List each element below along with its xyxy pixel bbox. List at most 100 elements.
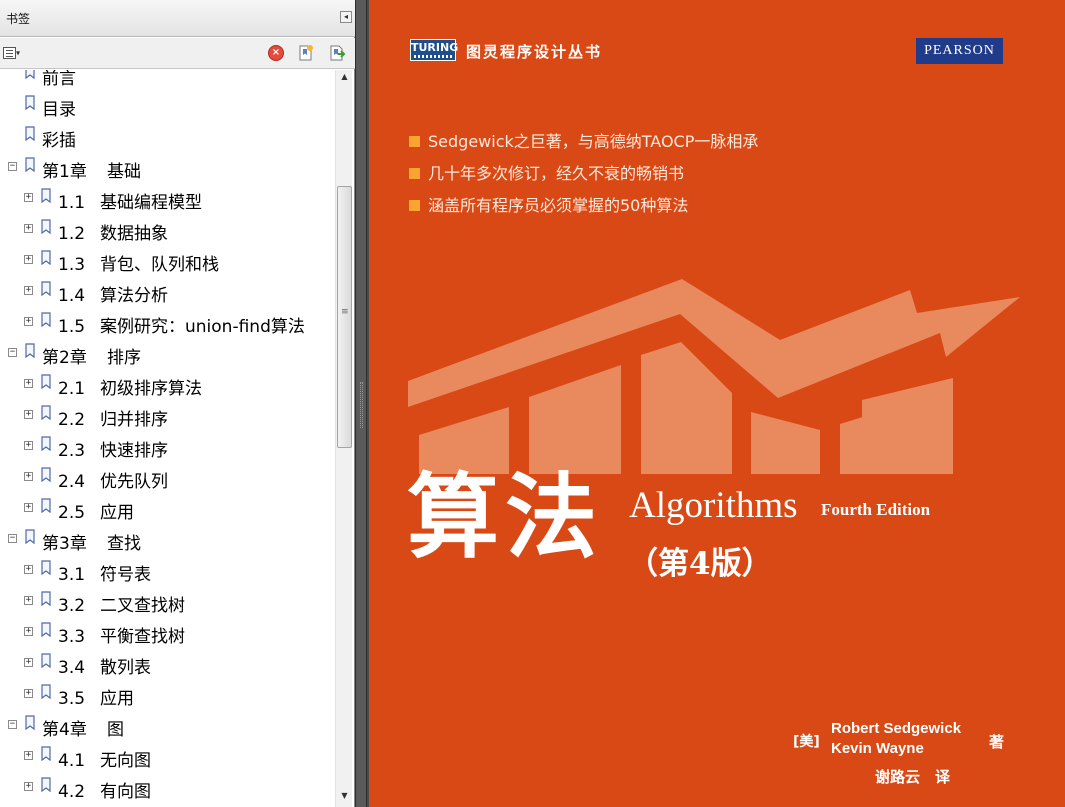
bookmark-label: 2.5 应用 — [58, 498, 134, 523]
scroll-up-button[interactable]: ▲ — [336, 72, 353, 86]
expand-toggle[interactable]: + — [24, 193, 33, 202]
translator: 谢路云 译 — [875, 768, 951, 786]
bookmark-item[interactable]: +1.2 数据抽象 — [0, 215, 335, 246]
bookmark-item[interactable]: +3.2 二叉查找树 — [0, 587, 335, 618]
section-number: 2.1 — [58, 379, 86, 399]
bookmark-title: 查找 — [107, 534, 141, 554]
bookmark-icon — [41, 653, 51, 668]
bar-shape — [529, 365, 621, 474]
bookmark-title: 背包、队列和栈 — [100, 255, 219, 275]
trend-arrow-graphic — [408, 279, 1020, 474]
bookmark-item[interactable]: 前言 — [0, 70, 335, 91]
bookmark-item[interactable]: +3.5 应用 — [0, 680, 335, 711]
grip-icon: ≡ — [341, 307, 349, 317]
expand-toggle[interactable]: + — [24, 224, 33, 233]
bookmarks-panel: 书签 ◂ ▾ × 前言 目录 彩插 − 第1章 基础 +1.1 基础编程模型 +1.2 数据 — [0, 0, 355, 807]
expand-toggle[interactable]: + — [24, 751, 33, 760]
expand-toggle[interactable]: + — [24, 689, 33, 698]
expand-toggle[interactable]: + — [24, 596, 33, 605]
bookmark-item[interactable]: − 第2章 排序 — [0, 339, 335, 370]
bookmarks-scrollbar[interactable]: ▲ ≡ ▼ — [335, 70, 352, 807]
bookmark-item[interactable]: +3.1 符号表 — [0, 556, 335, 587]
bookmark-item[interactable]: +3.3 平衡查找树 — [0, 618, 335, 649]
section-number: 4.1 — [58, 751, 86, 771]
author-name: Kevin Wayne — [831, 740, 924, 757]
bookmark-item[interactable]: +2.4 优先队列 — [0, 463, 335, 494]
bookmark-item[interactable]: − 第1章 基础 — [0, 153, 335, 184]
bookmark-label: 2.4 优先队列 — [58, 467, 168, 492]
bookmark-item[interactable]: +2.2 归并排序 — [0, 401, 335, 432]
collapse-toggle[interactable]: − — [8, 162, 17, 171]
bookmark-icon — [25, 715, 35, 730]
collapse-toggle[interactable]: − — [8, 348, 17, 357]
list-options-icon — [3, 47, 16, 59]
bookmark-label: 目录 — [42, 95, 76, 120]
bookmark-item[interactable]: +2.3 快速排序 — [0, 432, 335, 463]
new-bookmark-button[interactable] — [297, 44, 315, 62]
expand-toggle[interactable]: + — [24, 317, 33, 326]
bookmark-item[interactable]: +2.5 应用 — [0, 494, 335, 525]
bookmarks-toolbar: ▾ × — [0, 38, 355, 69]
bookmark-title: 算法分析 — [100, 286, 168, 306]
expand-toggle[interactable]: + — [24, 410, 33, 419]
chapter-number: 第1章 — [42, 162, 87, 182]
panel-splitter[interactable] — [355, 0, 367, 807]
bookmark-item[interactable]: +1.1 基础编程模型 — [0, 184, 335, 215]
bookmark-label: 第1章 基础 — [42, 157, 141, 182]
bookmark-label: 1.3 背包、队列和栈 — [58, 250, 219, 275]
bookmark-item[interactable]: 彩插 — [0, 122, 335, 153]
bookmark-icon — [25, 126, 35, 141]
bookmark-item[interactable]: +4.2 有向图 — [0, 773, 335, 804]
expand-toggle[interactable]: + — [24, 565, 33, 574]
options-menu-button[interactable]: ▾ — [3, 46, 31, 62]
bookmark-title: 案例研究：union-find算法 — [100, 317, 305, 337]
section-number: 1.1 — [58, 193, 86, 213]
bookmark-label: 2.1 初级排序算法 — [58, 374, 202, 399]
expand-toggle[interactable]: + — [24, 379, 33, 388]
expand-toggle[interactable]: + — [24, 658, 33, 667]
bookmark-item[interactable]: +1.3 背包、队列和栈 — [0, 246, 335, 277]
bookmark-item[interactable]: 目录 — [0, 91, 335, 122]
chapter-number: 第2章 — [42, 348, 87, 368]
bookmark-title: 基础 — [107, 162, 141, 182]
author-role: 著 — [989, 733, 1005, 751]
section-number: 2.5 — [58, 503, 86, 523]
bookmark-item[interactable]: +1.5 案例研究：union-find算法 — [0, 308, 335, 339]
bookmark-title: 符号表 — [100, 565, 151, 585]
bookmark-icon — [41, 684, 51, 699]
bookmark-icon — [25, 529, 35, 544]
bookmark-label: 彩插 — [42, 126, 76, 151]
expand-toggle[interactable]: + — [24, 441, 33, 450]
bookmark-icon — [41, 777, 51, 792]
scroll-thumb[interactable]: ≡ — [337, 186, 352, 448]
section-number: 2.4 — [58, 472, 86, 492]
expand-toggle[interactable]: + — [24, 286, 33, 295]
expand-bookmark-button[interactable] — [328, 44, 346, 62]
bookmark-item[interactable]: +3.4 散列表 — [0, 649, 335, 680]
bookmark-icon — [41, 405, 51, 420]
bookmark-item[interactable]: +4.1 无向图 — [0, 742, 335, 773]
bookmark-title: 排序 — [107, 348, 141, 368]
expand-toggle[interactable]: + — [24, 472, 33, 481]
bookmark-icon — [41, 622, 51, 637]
bookmark-item[interactable]: − 第4章图 — [0, 711, 335, 742]
collapse-panel-button[interactable]: ◂ — [340, 11, 352, 23]
bookmark-item[interactable]: − 第3章 查找 — [0, 525, 335, 556]
splitter-grip-icon — [360, 382, 363, 428]
bookmark-icon — [41, 219, 51, 234]
expand-toggle[interactable]: + — [24, 627, 33, 636]
new-bookmark-icon — [299, 45, 313, 61]
bookmark-item[interactable]: +2.1 初级排序算法 — [0, 370, 335, 401]
expand-toggle[interactable]: + — [24, 255, 33, 264]
collapse-toggle[interactable]: − — [8, 534, 17, 543]
scroll-down-button[interactable]: ▼ — [336, 791, 353, 805]
delete-bookmark-button[interactable]: × — [268, 45, 284, 61]
bookmark-item[interactable]: +1.4 算法分析 — [0, 277, 335, 308]
expand-toggle[interactable]: + — [24, 503, 33, 512]
collapse-toggle[interactable]: − — [8, 720, 17, 729]
bar-shape — [862, 378, 953, 474]
expand-toggle[interactable]: + — [24, 782, 33, 791]
bookmark-title: 数据抽象 — [100, 224, 168, 244]
bookmark-title: 散列表 — [100, 658, 151, 678]
bookmark-label: 1.1 基础编程模型 — [58, 188, 202, 213]
